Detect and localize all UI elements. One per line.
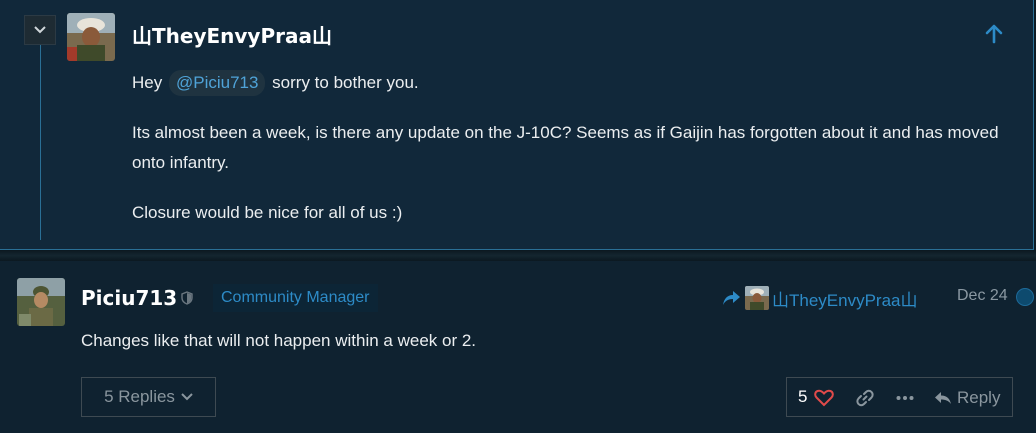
reply-button[interactable]: Reply: [934, 386, 1000, 410]
like-count[interactable]: 5: [798, 387, 807, 407]
quoted-paragraph-1: Hey @Piciu713 sorry to bother you.: [132, 68, 1012, 98]
quoted-paragraph-2: Its almost been a week, is there any upd…: [132, 123, 999, 172]
reply-label: Reply: [957, 388, 1001, 407]
link-icon[interactable]: [855, 388, 875, 408]
collapse-quote-button[interactable]: [24, 15, 56, 45]
avatar[interactable]: [67, 13, 115, 61]
avatar[interactable]: [17, 278, 65, 326]
post-separator: [0, 250, 1036, 261]
reply-icon: [935, 392, 951, 404]
quote-thread-line: [40, 44, 41, 240]
shield-icon: [181, 291, 193, 305]
arrow-up-icon[interactable]: [982, 22, 1006, 46]
reply-to-username: 山TheyEnvyPraa山: [772, 290, 918, 310]
post: Piciu713 Community Manager 山TheyEnvyPraa…: [0, 261, 1036, 433]
post-date[interactable]: Dec 24: [957, 287, 1008, 305]
more-icon[interactable]: [895, 388, 915, 408]
reply-arrow-icon: [723, 291, 740, 305]
quoted-post-body: Hey @Piciu713 sorry to bother you. Its a…: [132, 68, 1012, 248]
heart-icon[interactable]: [814, 389, 834, 407]
post-username[interactable]: Piciu713: [81, 286, 177, 310]
greeting-text: Hey: [132, 73, 163, 92]
greeting-rest: sorry to bother you.: [272, 73, 419, 92]
avatar-image: [17, 278, 65, 326]
scroll-indicator: [1016, 288, 1034, 306]
mention-link[interactable]: @Piciu713: [168, 70, 266, 96]
quoted-paragraph-3: Closure would be nice for all of us :): [132, 203, 403, 222]
user-title-badge: Community Manager: [213, 284, 378, 312]
post-body: Changes like that will not happen within…: [81, 331, 477, 350]
replies-label: 5 Replies: [104, 387, 175, 406]
avatar-image: [67, 13, 115, 61]
chevron-down-icon: [34, 26, 46, 34]
chevron-down-icon: [181, 393, 193, 401]
post-actions: 5 Reply: [786, 377, 1013, 417]
reply-to-avatar: [745, 286, 769, 310]
quoted-post: 山TheyEnvyPraa山 Hey @Piciu713 sorry to bo…: [0, 0, 1034, 250]
show-replies-button[interactable]: 5 Replies: [81, 377, 216, 417]
reply-to-link[interactable]: 山TheyEnvyPraa山: [722, 285, 918, 311]
quoted-username[interactable]: 山TheyEnvyPraa山: [132, 20, 332, 49]
